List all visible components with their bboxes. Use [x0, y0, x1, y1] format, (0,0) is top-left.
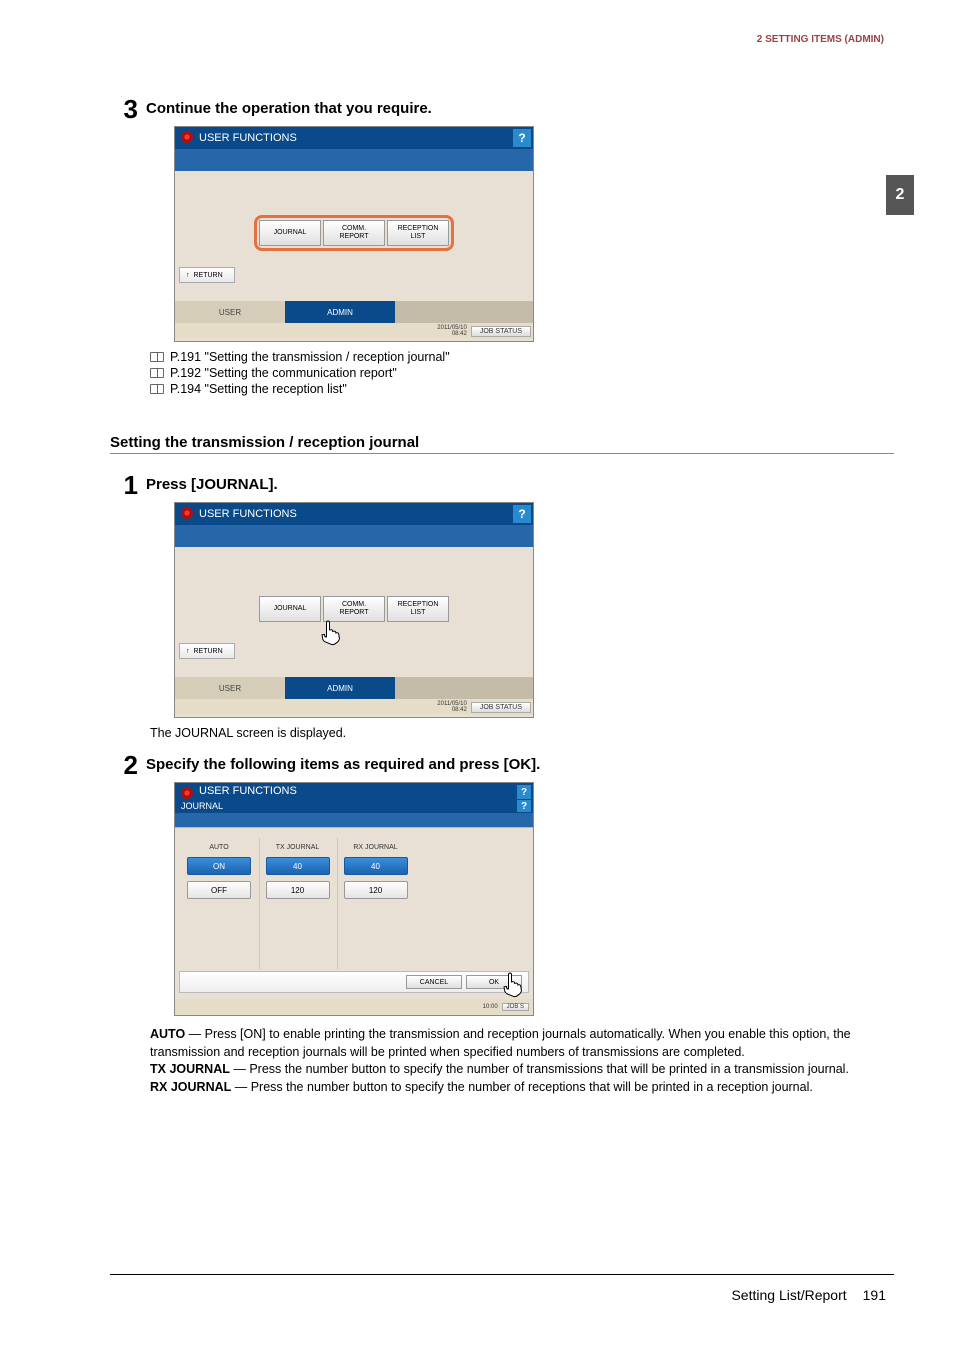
def-tx-label: TX JOURNAL — [150, 1062, 230, 1076]
app-logo-icon — [181, 131, 193, 143]
up-arrow-icon: ↑ — [186, 648, 190, 655]
step-description: The JOURNAL screen is displayed. — [150, 726, 894, 740]
auto-off-button[interactable]: OFF — [187, 881, 251, 899]
hand-cursor-icon — [319, 619, 343, 647]
screen-title: USER FUNCTIONS — [199, 508, 297, 520]
manual-page: 2 SETTING ITEMS (ADMIN) 2 3 Continue the… — [0, 0, 954, 1351]
help-icon[interactable]: ? — [517, 800, 531, 812]
step-3: 3 Continue the operation that you requir… — [112, 96, 894, 122]
step-number: 3 — [112, 96, 146, 122]
app-logo-icon — [181, 787, 193, 799]
footer-page-number: 191 — [863, 1287, 886, 1303]
col-tx-journal: TX JOURNAL 40 120 — [259, 838, 335, 969]
cross-ref-link[interactable]: P.192 "Setting the communication report" — [170, 366, 397, 380]
cross-ref-link[interactable]: P.194 "Setting the reception list" — [170, 382, 347, 396]
reception-list-button[interactable]: RECEPTION LIST — [387, 220, 449, 246]
col-header: AUTO — [209, 844, 228, 851]
up-arrow-icon: ↑ — [186, 272, 190, 279]
tab-user[interactable]: USER — [175, 677, 285, 699]
dialog-footer: CANCEL OK — [179, 971, 529, 993]
footer-title: Setting List/Report — [731, 1287, 846, 1303]
chapter-tab: 2 — [886, 175, 914, 215]
comm-report-button[interactable]: COMM. REPORT — [323, 220, 385, 246]
cross-references: P.191 "Setting the transmission / recept… — [150, 350, 894, 396]
job-status-button[interactable]: JOB STATUS — [471, 326, 531, 337]
journal-button[interactable]: JOURNAL — [259, 220, 321, 246]
journal-options-panel: AUTO ON OFF TX JOURNAL 40 120 RX JOURNAL… — [175, 827, 533, 969]
bottom-tabs: USER ADMIN — [175, 677, 533, 699]
screen-ribbon — [175, 149, 533, 171]
tab-admin[interactable]: ADMIN — [285, 677, 395, 699]
step-title: Press [JOURNAL]. — [146, 472, 278, 493]
status-row: 10:00 JOB S — [175, 999, 533, 1015]
col-rx-journal: RX JOURNAL 40 120 — [337, 838, 413, 969]
screen-ribbon — [175, 813, 533, 827]
screen-title: USER FUNCTIONS — [199, 132, 297, 144]
job-status-button[interactable]: JOB S — [502, 1003, 529, 1011]
journal-button[interactable]: JOURNAL — [259, 596, 321, 622]
col-header: TX JOURNAL — [276, 844, 320, 851]
status-row: 2011/05/10 08:42 JOB STATUS — [175, 323, 533, 339]
definitions-block: AUTO — Press [ON] to enable printing the… — [150, 1026, 894, 1096]
page-footer: Setting List/Report 191 — [731, 1287, 886, 1303]
tx-40-button[interactable]: 40 — [266, 857, 330, 875]
button-group-highlighted: JOURNAL COMM. REPORT RECEPTION LIST — [254, 215, 454, 251]
step-number: 2 — [112, 752, 146, 778]
datetime-label: 10:00 — [483, 1004, 498, 1010]
auto-on-button[interactable]: ON — [187, 857, 251, 875]
screen-title: USER FUNCTIONS — [199, 785, 297, 797]
return-button[interactable]: ↑ RETURN — [179, 643, 235, 659]
def-auto-label: AUTO — [150, 1027, 185, 1041]
book-icon — [150, 368, 164, 378]
screenshot-user-functions: USER FUNCTIONS ? JOURNAL COMM. REPORT RE… — [174, 126, 534, 342]
screen-subtitle: JOURNAL — [181, 801, 223, 811]
step-title: Specify the following items as required … — [146, 752, 540, 773]
help-icon[interactable]: ? — [517, 785, 531, 799]
def-rx-text: — Press the number button to specify the… — [231, 1080, 813, 1094]
step-1: 1 Press [JOURNAL]. — [112, 472, 894, 498]
footer-rule — [110, 1274, 894, 1275]
screen-ribbon — [175, 525, 533, 547]
bottom-tabs: USER ADMIN — [175, 301, 533, 323]
datetime-label: 2011/05/10 08:42 — [437, 701, 467, 713]
help-icon[interactable]: ? — [513, 129, 531, 147]
button-group: JOURNAL COMM. REPORT RECEPTION LIST — [254, 591, 454, 627]
return-button[interactable]: ↑ RETURN — [179, 267, 235, 283]
cross-ref-link[interactable]: P.191 "Setting the transmission / recept… — [170, 350, 450, 364]
section-heading: Setting the transmission / reception jou… — [110, 434, 894, 454]
col-header: RX JOURNAL — [353, 844, 397, 851]
screen-subtitle-bar: JOURNAL ? — [175, 799, 533, 813]
help-icon[interactable]: ? — [513, 505, 531, 523]
screen-title-bar: USER FUNCTIONS ? — [175, 127, 533, 149]
step-number: 1 — [112, 472, 146, 498]
status-row: 2011/05/10 08:42 JOB STATUS — [175, 699, 533, 715]
step-title: Continue the operation that you require. — [146, 96, 432, 117]
col-auto: AUTO ON OFF — [181, 838, 257, 969]
hand-cursor-icon — [501, 971, 525, 999]
screen-title-bar: USER FUNCTIONS ? — [175, 783, 533, 799]
def-auto-text: — Press [ON] to enable printing the tran… — [150, 1027, 851, 1059]
job-status-button[interactable]: JOB STATUS — [471, 702, 531, 713]
tab-admin[interactable]: ADMIN — [285, 301, 395, 323]
def-tx-text: — Press the number button to specify the… — [230, 1062, 849, 1076]
tab-user[interactable]: USER — [175, 301, 285, 323]
tx-120-button[interactable]: 120 — [266, 881, 330, 899]
step-2: 2 Specify the following items as require… — [112, 752, 894, 778]
reception-list-button[interactable]: RECEPTION LIST — [387, 596, 449, 622]
rx-40-button[interactable]: 40 — [344, 857, 408, 875]
cancel-button[interactable]: CANCEL — [406, 975, 462, 989]
rx-120-button[interactable]: 120 — [344, 881, 408, 899]
app-logo-icon — [181, 507, 193, 519]
screen-title-bar: USER FUNCTIONS ? — [175, 503, 533, 525]
running-header: 2 SETTING ITEMS (ADMIN) — [757, 34, 884, 45]
book-icon — [150, 352, 164, 362]
screenshot-press-journal: USER FUNCTIONS ? JOURNAL COMM. REPORT RE… — [174, 502, 534, 718]
datetime-label: 2011/05/10 08:42 — [437, 325, 467, 337]
def-rx-label: RX JOURNAL — [150, 1080, 231, 1094]
screenshot-journal-settings: USER FUNCTIONS ? JOURNAL ? AUTO ON OFF T… — [174, 782, 534, 1016]
book-icon — [150, 384, 164, 394]
